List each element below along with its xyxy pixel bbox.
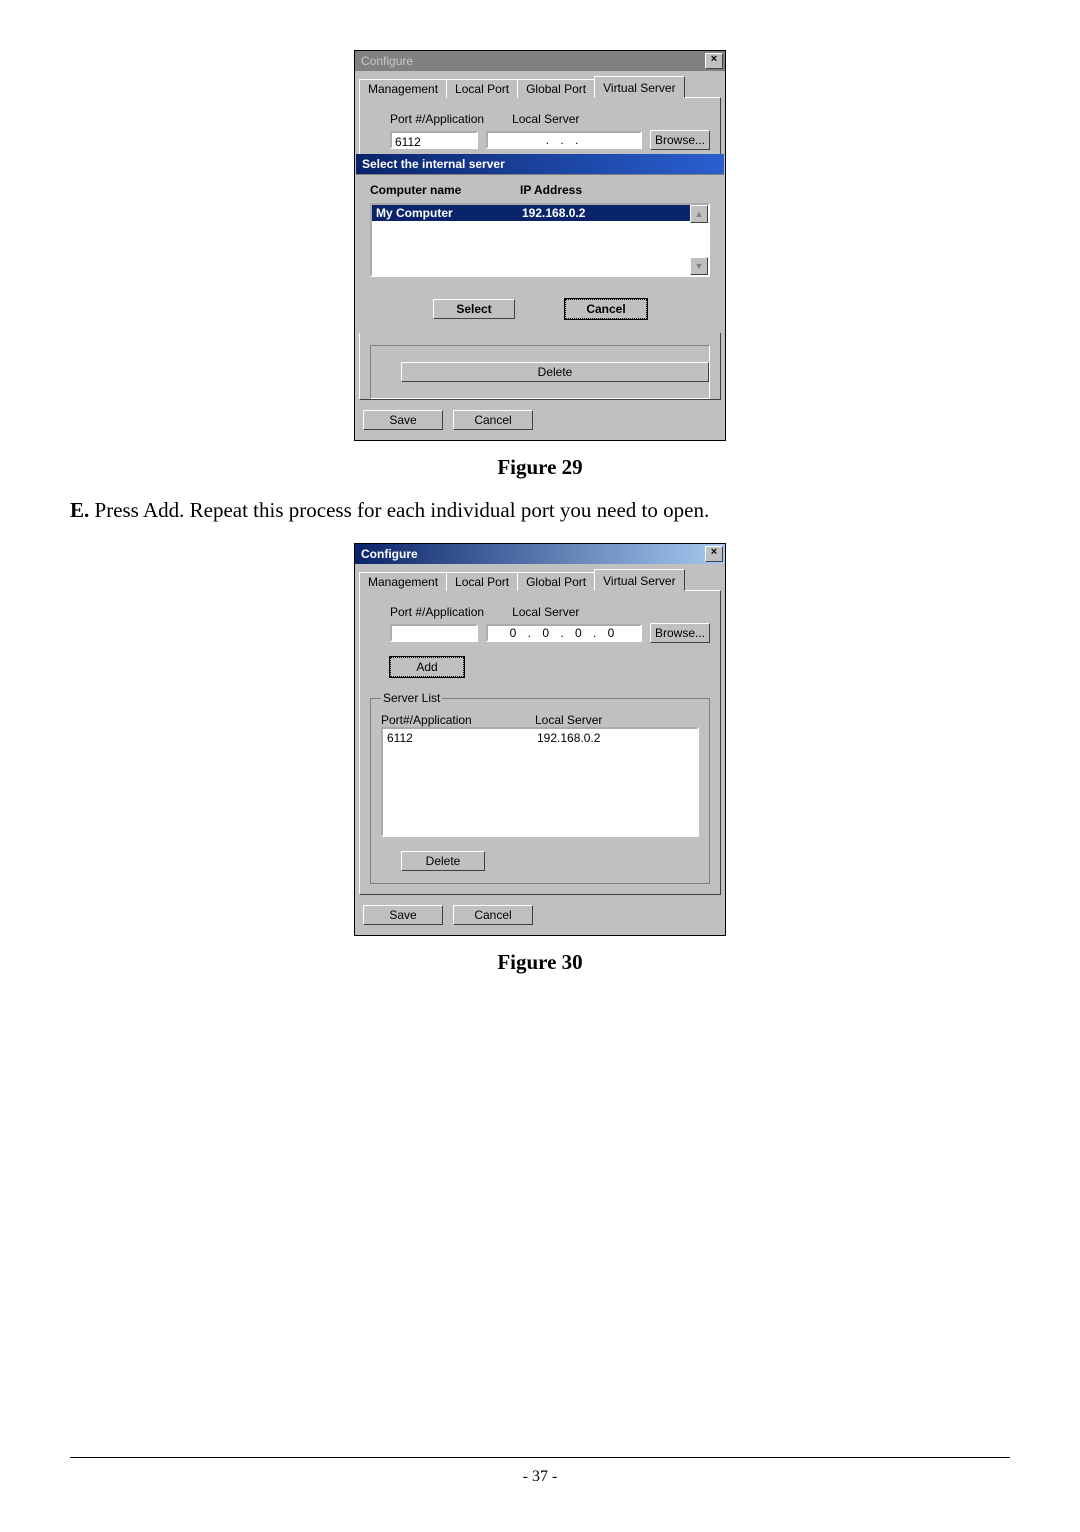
server-select-popup: Computer name IP Address My Computer 192…: [356, 174, 724, 333]
computer-name-cell: My Computer: [376, 205, 522, 221]
dialog-title: Configure: [361, 54, 413, 68]
local-server-label: Local Server: [512, 605, 579, 619]
tab-panel: Port #/Application Local Server 6112 . .…: [359, 97, 721, 400]
browse-button[interactable]: Browse...: [650, 623, 710, 643]
save-button[interactable]: Save: [363, 905, 443, 925]
tab-virtual-server[interactable]: Virtual Server: [594, 76, 684, 98]
tabstrip: Management Local Port Global Port Virtua…: [359, 568, 721, 590]
list-item[interactable]: 6112 192.168.0.2: [387, 731, 693, 745]
col-ip-address: IP Address: [520, 183, 582, 197]
list-item[interactable]: My Computer 192.168.0.2: [372, 205, 692, 221]
tab-management[interactable]: Management: [359, 79, 447, 98]
server-list-legend: Server List: [381, 691, 442, 705]
local-server-ip-input[interactable]: . . .: [486, 131, 642, 149]
figure-caption-29: Figure 29: [497, 455, 582, 480]
port-label: Port #/Application: [390, 112, 484, 126]
step-letter: E.: [70, 498, 89, 522]
port-label: Port #/Application: [390, 605, 484, 619]
ip-cell: 192.168.0.2: [522, 205, 585, 221]
server-list-group: Server List Port#/Application Local Serv…: [370, 691, 710, 884]
select-button[interactable]: Select: [433, 299, 515, 319]
tab-local-port[interactable]: Local Port: [446, 572, 518, 591]
server-list-box[interactable]: 6112 192.168.0.2: [381, 727, 699, 837]
local-server-label: Local Server: [512, 112, 579, 126]
popup-title: Select the internal server: [356, 154, 724, 174]
tab-management[interactable]: Management: [359, 572, 447, 591]
instruction-text: Press Add. Repeat this process for each …: [89, 498, 709, 522]
instruction-line: E. Press Add. Repeat this process for ea…: [70, 498, 1010, 523]
col-computer-name: Computer name: [370, 183, 520, 197]
tab-global-port[interactable]: Global Port: [517, 572, 595, 591]
scroll-down-icon[interactable]: ▼: [690, 257, 708, 275]
server-cell: 192.168.0.2: [537, 731, 600, 745]
cancel-button[interactable]: Cancel: [453, 905, 533, 925]
titlebar: Configure ×: [355, 51, 725, 71]
port-cell: 6112: [387, 731, 537, 745]
titlebar: Configure ×: [355, 544, 725, 564]
configure-dialog-1: Configure × Management Local Port Global…: [354, 50, 726, 441]
col-local-server: Local Server: [535, 713, 602, 727]
tab-local-port[interactable]: Local Port: [446, 79, 518, 98]
cancel-button[interactable]: Cancel: [565, 299, 647, 319]
configure-dialog-2: Configure × Management Local Port Global…: [354, 543, 726, 936]
browse-button[interactable]: Browse...: [650, 130, 710, 150]
dialog-title: Configure: [361, 547, 418, 561]
tab-virtual-server[interactable]: Virtual Server: [594, 569, 684, 591]
delete-button[interactable]: Delete: [401, 362, 709, 382]
close-icon[interactable]: ×: [705, 53, 723, 69]
col-port: Port#/Application: [381, 713, 505, 727]
scroll-up-icon[interactable]: ▲: [690, 205, 708, 223]
server-listbox[interactable]: My Computer 192.168.0.2 ▲ ▼: [370, 203, 710, 277]
tabstrip: Management Local Port Global Port Virtua…: [359, 75, 721, 97]
add-button[interactable]: Add: [390, 657, 464, 677]
port-input[interactable]: [390, 624, 478, 642]
delete-button[interactable]: Delete: [401, 851, 485, 871]
save-button[interactable]: Save: [363, 410, 443, 430]
page-number: - 37 -: [523, 1468, 558, 1485]
figure-caption-30: Figure 30: [497, 950, 582, 975]
tab-global-port[interactable]: Global Port: [517, 79, 595, 98]
cancel-button[interactable]: Cancel: [453, 410, 533, 430]
tab-panel: Port #/Application Local Server 0 . 0 . …: [359, 590, 721, 895]
page-footer: - 37 -: [70, 1457, 1010, 1486]
port-input[interactable]: 6112: [390, 131, 478, 149]
local-server-ip-input[interactable]: 0 . 0 . 0 . 0: [486, 624, 642, 642]
close-icon[interactable]: ×: [705, 546, 723, 562]
